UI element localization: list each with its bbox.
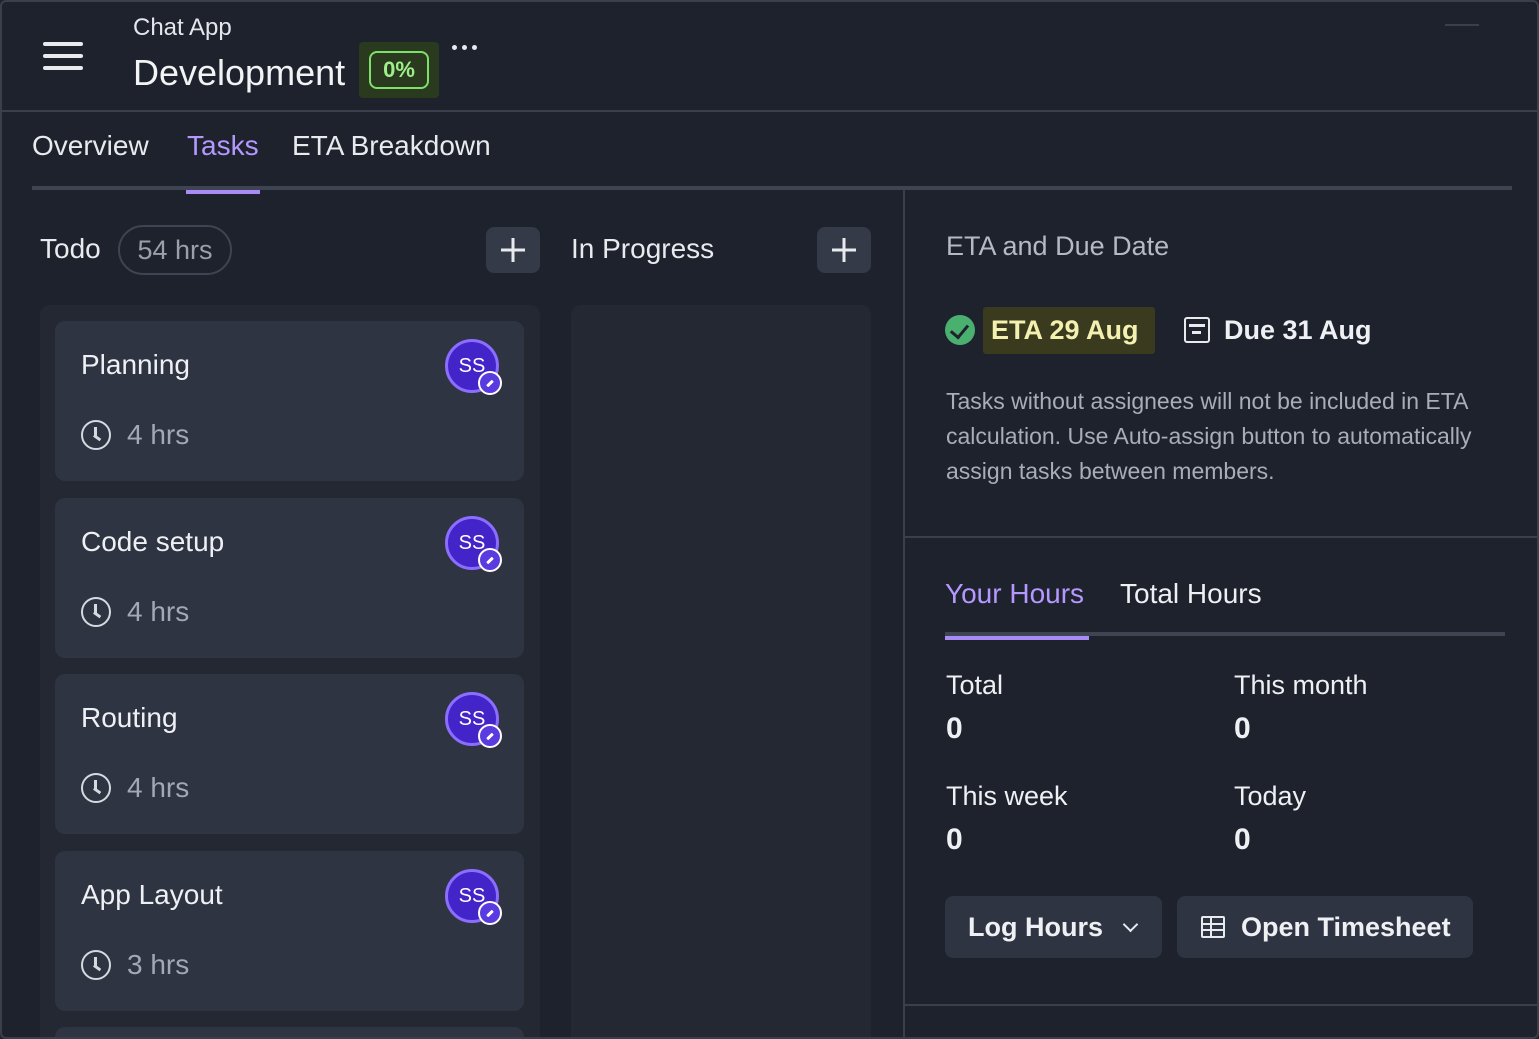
- progress-badge-wrap: 0%: [359, 42, 439, 98]
- task-hours: 3 hrs: [127, 949, 190, 980]
- task-title: Routing: [81, 702, 178, 733]
- chevron-down-icon: [1122, 916, 1139, 932]
- stat-month-value: 0: [1234, 712, 1251, 745]
- task-hours: 4 hrs: [127, 772, 190, 803]
- task-title: Code setup: [81, 526, 225, 557]
- stat-month-label: This month: [1234, 670, 1368, 700]
- clock-icon: [81, 597, 111, 627]
- hours-tabs: Your Hours Total Hours: [945, 576, 1505, 640]
- task-card[interactable]: [55, 1027, 524, 1037]
- more-options-icon[interactable]: [446, 32, 482, 62]
- tab-eta-breakdown[interactable]: ETA Breakdown: [292, 130, 491, 190]
- table-icon: [1201, 916, 1225, 938]
- add-todo-task-button[interactable]: [486, 227, 540, 273]
- task-card[interactable]: Routing 4 hrs SS: [55, 674, 524, 834]
- task-card[interactable]: Code setup 4 hrs SS: [55, 498, 524, 658]
- stat-week-value: 0: [946, 823, 963, 856]
- progress-badge: 0%: [369, 51, 429, 89]
- tab-overview[interactable]: Overview: [32, 130, 149, 190]
- clock-icon: [81, 773, 111, 803]
- clock-icon: [81, 950, 111, 980]
- eta-badge: ETA 29 Aug: [945, 306, 1155, 354]
- add-in-progress-task-button[interactable]: [817, 227, 871, 273]
- clock-icon: [81, 420, 111, 450]
- in-progress-lane: [571, 305, 871, 1037]
- task-time: 3 hrs: [81, 949, 189, 981]
- calendar-icon: [1184, 317, 1210, 343]
- stat-total-label: Total: [946, 670, 1004, 700]
- pin-icon: [478, 724, 502, 748]
- eta-section-title: ETA and Due Date: [946, 231, 1170, 261]
- app-name: Chat App: [133, 14, 232, 41]
- hamburger-menu-icon[interactable]: [40, 38, 86, 74]
- header: Chat App Development 0%: [2, 2, 1537, 112]
- divider: [1445, 24, 1479, 26]
- tab-your-hours[interactable]: Your Hours: [945, 578, 1089, 640]
- open-timesheet-button[interactable]: Open Timesheet: [1177, 896, 1473, 958]
- task-hours: 4 hrs: [127, 419, 190, 450]
- task-time: 4 hrs: [81, 419, 189, 451]
- task-title: Planning: [81, 349, 190, 380]
- pin-icon: [478, 371, 502, 395]
- stat-today-label: Today: [1234, 781, 1307, 811]
- task-hours: 4 hrs: [127, 596, 190, 627]
- task-title: App Layout: [81, 879, 223, 910]
- stat-total-value: 0: [946, 712, 963, 745]
- divider: [905, 536, 1537, 538]
- divider: [905, 1004, 1537, 1006]
- eta-note: Tasks without assignees will not be incl…: [946, 388, 1472, 484]
- tab-total-hours[interactable]: Total Hours: [1120, 578, 1262, 636]
- pin-icon: [478, 901, 502, 925]
- task-card[interactable]: App Layout 3 hrs SS: [55, 851, 524, 1011]
- due-date-text: Due 31 Aug: [1224, 314, 1372, 345]
- app-window: Chat App Development 0% Overview Tasks E…: [0, 0, 1539, 1039]
- project-tabs: Overview Tasks ETA Breakdown: [32, 114, 1512, 194]
- stat-week-label: This week: [946, 781, 1068, 811]
- open-timesheet-label: Open Timesheet: [1241, 911, 1451, 942]
- due-date: Due 31 Aug: [1184, 306, 1372, 354]
- task-card[interactable]: Planning 4 hrs SS: [55, 321, 524, 481]
- log-hours-button[interactable]: Log Hours: [945, 896, 1162, 958]
- todo-hours-pill: 54 hrs: [118, 225, 232, 275]
- eta-panel: ETA and Due Date ETA 29 Aug Due 31 Aug T…: [903, 190, 1537, 1037]
- task-time: 4 hrs: [81, 772, 189, 804]
- eta-date: ETA 29 Aug: [983, 306, 1155, 354]
- project-title: Development: [133, 52, 346, 93]
- tab-tasks[interactable]: Tasks: [186, 130, 260, 194]
- todo-column-title: Todo: [40, 233, 101, 264]
- in-progress-column-title: In Progress: [571, 233, 715, 264]
- stat-today-value: 0: [1234, 823, 1251, 856]
- log-hours-label: Log Hours: [968, 911, 1103, 942]
- task-time: 4 hrs: [81, 596, 189, 628]
- check-circle-icon: [945, 315, 975, 345]
- pin-icon: [478, 548, 502, 572]
